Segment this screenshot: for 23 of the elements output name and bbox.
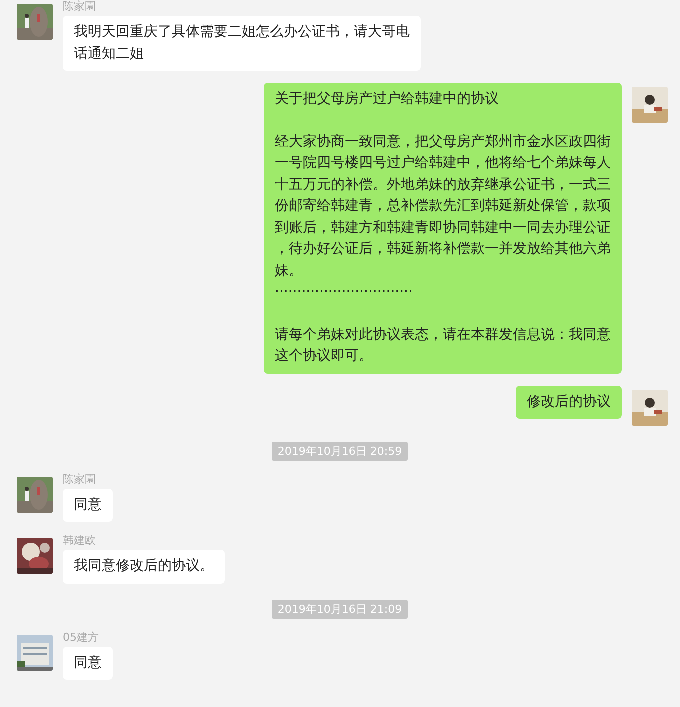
message-text: 一号院四号楼四号过户给韩建中，他将给七个弟妹每人 (275, 154, 611, 173)
message-text: 同意 (74, 654, 102, 672)
message-text: 同意 (74, 496, 102, 514)
message-text: 话通知二姐 (74, 44, 145, 64)
message-text: 请每个弟妹对此协议表态，请在本群发信息说：我同意 (275, 326, 611, 344)
message-text: 到账后，韩建方和韩建青即协同韩建中一同去办理公证 (275, 218, 611, 238)
message-text: 修改后的协议 (527, 392, 611, 412)
timestamp: 2019年10月16日 20:59 (272, 442, 408, 460)
message-text: 我明天回重庆了具体需要二姐怎么办公证书，请大哥电 (74, 23, 410, 42)
sender-name: 韩建欧 (63, 534, 96, 548)
sender-name: 陈家園 (63, 0, 96, 14)
timestamp: 2019年10月16日 21:09 (272, 600, 408, 618)
message-text: 我同意修改后的协议。 (74, 557, 214, 576)
sender-name: 陈家園 (63, 472, 96, 486)
sender-name: 05建方 (63, 630, 99, 644)
message-text: 妹。 (275, 262, 304, 280)
message-text: 关于把父母房产过户给韩建中的协议 (275, 90, 500, 109)
message-text: 十五万元的补偿。外地弟妹的放弃继承公证书，一式三 (275, 176, 611, 194)
message-text: 经大家协商一致同意，把父母房产郑州市金水区政四街 (275, 132, 611, 152)
message-text: ······························· (275, 283, 414, 302)
message-text: 份邮寄给韩建青，总补偿款先汇到韩延新处保管，款项 (275, 197, 611, 216)
message-text: ，待办好公证后，韩延新将补偿款一并发放给其他六弟 (275, 240, 611, 259)
message-text: 这个协议即可。 (275, 347, 374, 366)
